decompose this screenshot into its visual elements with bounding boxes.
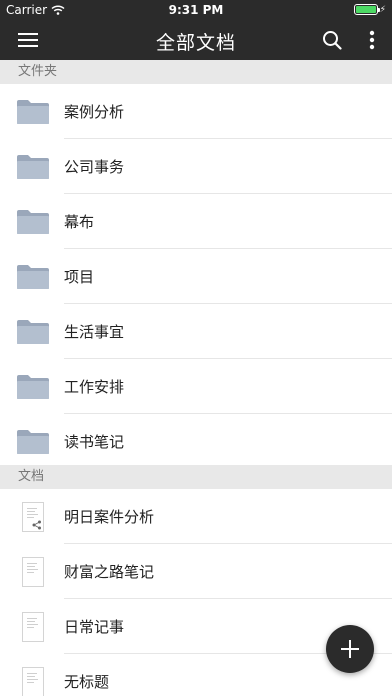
document-row[interactable]: 财富之路笔记: [0, 544, 392, 599]
more-vertical-icon: [369, 30, 375, 50]
folder-icon: [17, 209, 49, 234]
folder-label: 工作安排: [64, 378, 125, 396]
app-screen: Carrier 9:31 PM ⚡ 全部文档 文件夹 案例分析 公司事务 幕布 …: [0, 0, 392, 696]
plus-icon: [341, 640, 359, 658]
folder-icon: [17, 154, 49, 179]
search-button[interactable]: [318, 26, 346, 54]
battery-status: ⚡: [353, 4, 386, 15]
folder-label: 读书笔记: [64, 433, 125, 451]
folder-icon-wrap: [0, 304, 64, 359]
folder-icon-wrap: [0, 249, 64, 304]
document-label: 财富之路笔记: [64, 563, 155, 581]
document-row[interactable]: 明日案件分析: [0, 489, 392, 544]
folder-icon-wrap: [0, 359, 64, 414]
status-time: 9:31 PM: [168, 3, 224, 17]
folder-icon: [17, 264, 49, 289]
folder-icon: [17, 374, 49, 399]
document-label: 日常记事: [64, 618, 125, 636]
document-icon: [22, 501, 44, 532]
folder-icon: [17, 99, 49, 124]
charging-icon: ⚡: [379, 4, 386, 15]
folder-label: 案例分析: [64, 103, 125, 121]
folder-row[interactable]: 公司事务: [0, 139, 392, 194]
more-options-button[interactable]: [358, 26, 386, 54]
folder-label: 幕布: [64, 213, 95, 231]
folder-icon: [17, 429, 49, 454]
folder-icon-wrap: [0, 84, 64, 139]
folder-icon-wrap: [0, 139, 64, 194]
folder-icon-wrap: [0, 414, 64, 469]
document-icon-wrap: [0, 544, 64, 599]
document-icon-wrap: [0, 599, 64, 654]
folder-row[interactable]: 生活事宜: [0, 304, 392, 359]
document-label: 明日案件分析: [64, 508, 155, 526]
document-icon: [22, 611, 44, 642]
add-button[interactable]: [326, 625, 374, 673]
search-icon: [323, 31, 342, 50]
folder-row[interactable]: 读书笔记: [0, 414, 392, 469]
folder-icon-wrap: [0, 194, 64, 249]
folder-row[interactable]: 项目: [0, 249, 392, 304]
status-bar: Carrier 9:31 PM ⚡: [0, 0, 392, 20]
document-label: 无标题: [64, 673, 110, 691]
folder-row[interactable]: 幕布: [0, 194, 392, 249]
folder-icon: [17, 319, 49, 344]
battery-icon: [353, 4, 380, 15]
folder-row[interactable]: 案例分析: [0, 84, 392, 139]
folder-row[interactable]: 工作安排: [0, 359, 392, 414]
folder-label: 项目: [64, 268, 95, 286]
nav-bar: 全部文档: [0, 20, 392, 60]
folders-section-header: 文件夹: [0, 60, 392, 84]
document-icon-wrap: [0, 489, 64, 544]
document-icon: [22, 556, 44, 587]
folder-label: 生活事宜: [64, 323, 125, 341]
docs-section-header: 文档: [0, 465, 392, 489]
folder-label: 公司事务: [64, 158, 125, 176]
document-icon: [22, 666, 44, 696]
share-icon: [32, 520, 41, 529]
document-icon-wrap: [0, 654, 64, 696]
